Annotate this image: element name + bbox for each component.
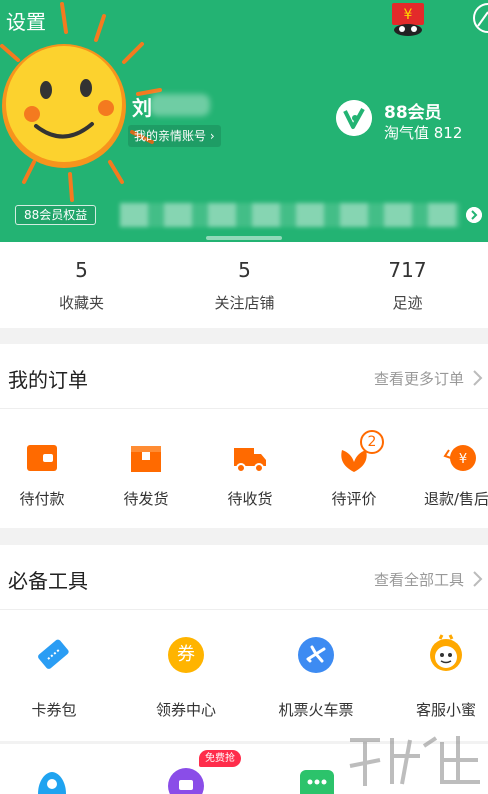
tool-item-card-wallet[interactable]: 卡券包 [12,609,96,741]
stat-label: 收藏夹 [58,294,104,312]
truck-icon [234,448,266,473]
all-tools-link[interactable]: 查看全部工具 [374,569,464,590]
tool-item-label: 卡券包 [31,701,77,719]
stat-label: 足迹 [392,294,423,312]
tool-item-customer-service[interactable]: 客服小蜜 [404,609,488,741]
vip-marquee-blur[interactable] [120,203,460,227]
chevron-right-icon[interactable] [470,569,486,589]
order-item-refund[interactable]: ¥ 退款/售后 [416,408,488,528]
free-grab-badge: 免费抢 [199,750,241,767]
red-envelope-icon[interactable]: ¥ [390,2,428,36]
tool-item-coupon-center[interactable]: 券 领券中心 [142,609,230,741]
tool-item-label: 领券中心 [155,701,216,719]
wallet-icon [27,445,57,471]
order-item-label: 待收货 [227,490,273,508]
order-item-to-ship[interactable]: 待发货 [104,408,188,528]
order-item-pending-payment[interactable]: 待付款 [0,408,84,528]
stat-label: 关注店铺 [214,294,275,312]
skin-palette-icon[interactable] [468,2,488,36]
customer-service-icon [430,634,462,671]
chevron-right-icon[interactable] [470,368,486,388]
stat-followed-shops[interactable]: 5 关注店铺 [163,242,326,328]
partial-blue-app-icon[interactable] [34,770,70,794]
vip-score[interactable]: 淘气值 812 [384,122,462,143]
order-item-label: 待评价 [331,490,377,508]
tool-item-label: 客服小蜜 [415,701,476,719]
settings-button[interactable]: 设置 [6,6,46,35]
drag-handle [206,236,282,240]
orders-card: 我的订单 查看更多订单 待付款 待发货 待收货 2 待评价 ¥ 退款/售后 [0,344,488,528]
more-dots-icon[interactable] [300,768,334,794]
order-item-to-review[interactable]: 2 待评价 [312,408,396,528]
stat-favorites[interactable]: 5 收藏夹 [0,242,163,328]
watermark-logo [349,736,480,786]
tools-title: 必备工具 [8,569,88,593]
svg-text:¥: ¥ [404,7,413,23]
more-orders-link[interactable]: 查看更多订单 [374,368,464,389]
stat-value: 5 [238,258,251,282]
order-item-label: 退款/售后 [424,490,488,508]
family-account-link[interactable]: 我的亲情账号 › [128,125,221,147]
package-icon [131,446,161,472]
order-item-label: 待发货 [123,490,169,508]
airplane-icon [298,637,334,673]
tools-card: 必备工具 查看全部工具 卡券包 券 领券中心 机票火车票 客服小蜜 [0,545,488,741]
chevron-right-icon[interactable] [466,207,482,223]
profile-header: 设置 ¥ 刘 我的亲情账号 › 88会员 淘气值 812 88会员权益 [0,0,488,242]
order-item-label: 待付款 [19,490,65,508]
order-item-to-receive[interactable]: 待收货 [208,408,292,528]
username[interactable]: 刘 [132,92,152,121]
username-blur [150,94,210,116]
vip-rights-button[interactable]: 88会员权益 [15,205,97,225]
vip-badge-icon[interactable] [336,100,372,136]
vip-title[interactable]: 88会员 [384,98,442,123]
coupon-icon: 券 [168,637,204,673]
orders-title: 我的订单 [8,368,88,392]
stat-value: 5 [75,258,88,282]
tool-item-label: 机票火车票 [278,701,354,719]
stats-bar: 5 收藏夹 5 关注店铺 717 足迹 [0,242,488,328]
review-count-badge: 2 [360,430,384,454]
stat-value: 717 [388,258,427,282]
partial-purple-app-icon[interactable] [168,768,204,794]
tool-item-flight-train[interactable]: 机票火车票 [268,609,364,741]
ticket-icon [38,639,69,669]
stat-footprints[interactable]: 717 足迹 [326,242,488,328]
refund-icon: ¥ [443,445,476,471]
svg-text:¥: ¥ [459,452,467,467]
